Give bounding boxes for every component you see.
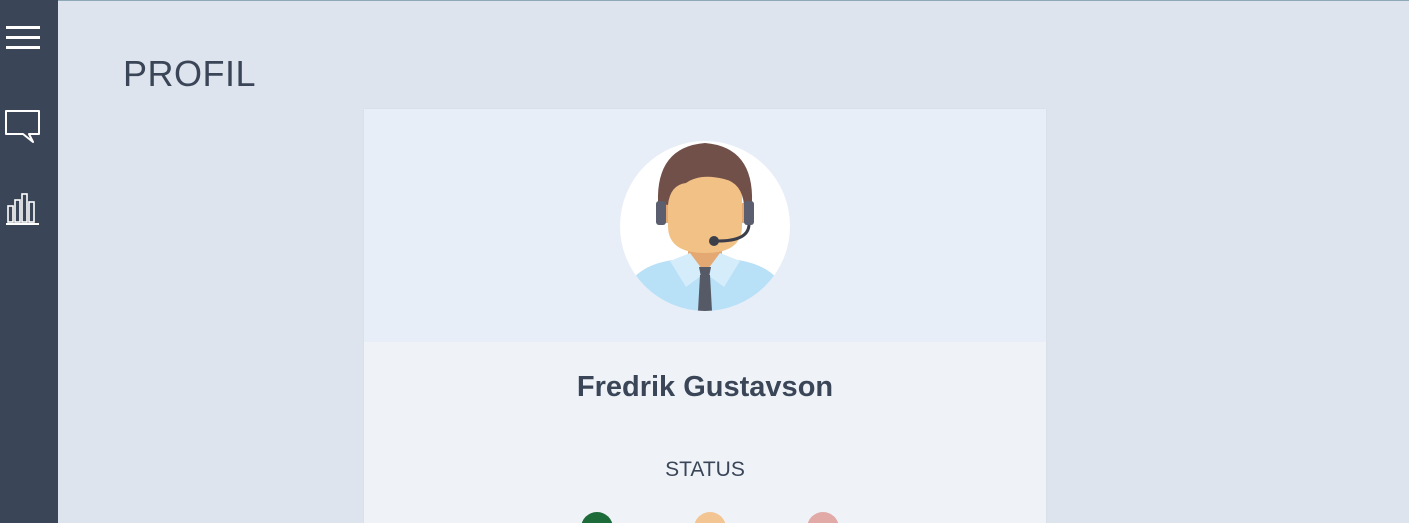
profile-card-header — [364, 109, 1046, 342]
hamburger-menu-icon — [6, 26, 40, 49]
profile-card: Fredrik Gustavson STATUS — [364, 109, 1046, 523]
bar-chart-icon — [6, 193, 39, 225]
chat-button[interactable] — [0, 103, 44, 147]
statistics-button[interactable] — [0, 186, 44, 230]
avatar — [620, 141, 790, 311]
app-root: PROFIL Fredrik Gustavson STATUS — [0, 0, 1409, 523]
status-busy-button[interactable] — [807, 512, 839, 523]
main-content: PROFIL Fredrik Gustavson STATUS — [58, 0, 1409, 523]
menu-button[interactable] — [0, 16, 44, 60]
status-away-button[interactable] — [694, 512, 726, 523]
chat-bubble-icon — [5, 110, 40, 143]
support-agent-avatar-icon — [620, 143, 790, 311]
status-available-button[interactable] — [581, 512, 613, 523]
page-title: PROFIL — [123, 53, 257, 94]
sidebar — [0, 0, 58, 523]
user-name: Fredrik Gustavson — [576, 371, 834, 403]
status-label: STATUS — [665, 458, 745, 481]
